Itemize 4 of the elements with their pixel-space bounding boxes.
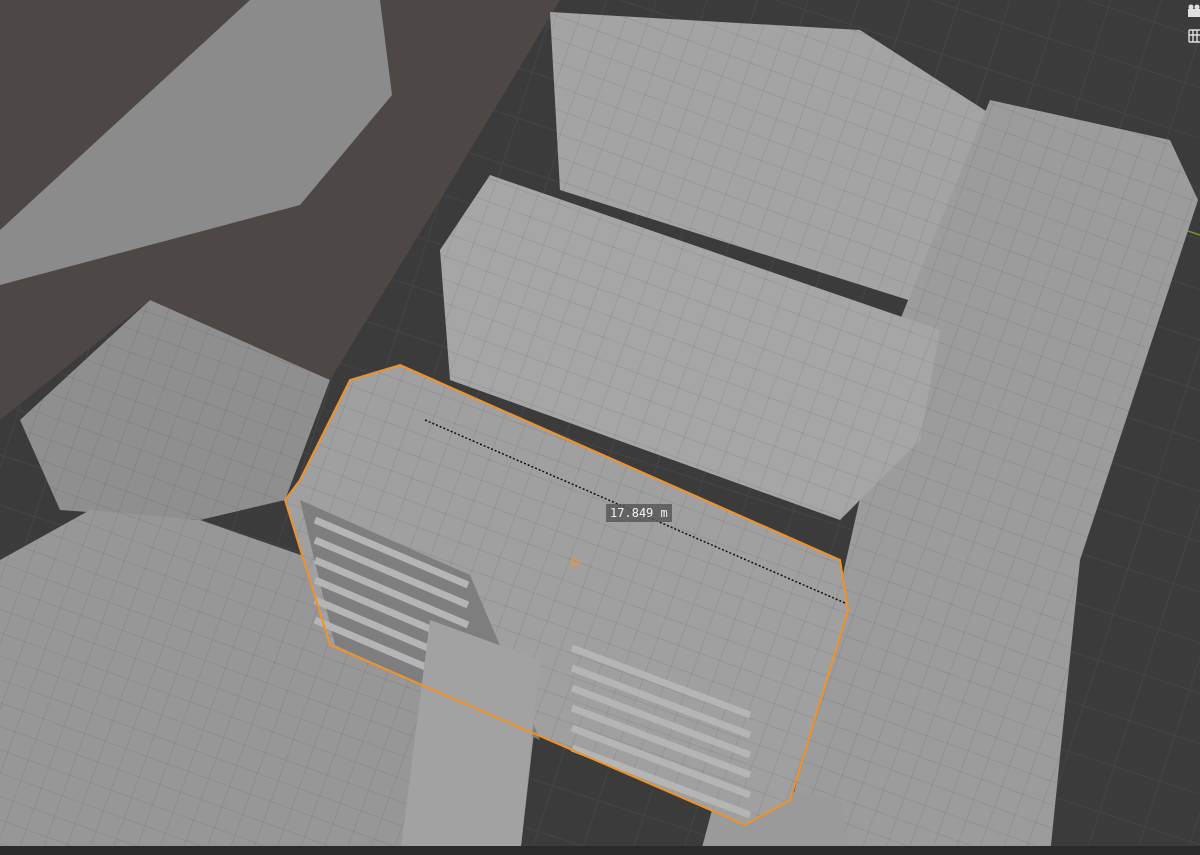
- grid-icon[interactable]: [1187, 28, 1200, 44]
- measurement-label: 17.849 m: [606, 504, 672, 522]
- camera-icon[interactable]: [1187, 4, 1200, 20]
- origin-dot: [571, 558, 579, 566]
